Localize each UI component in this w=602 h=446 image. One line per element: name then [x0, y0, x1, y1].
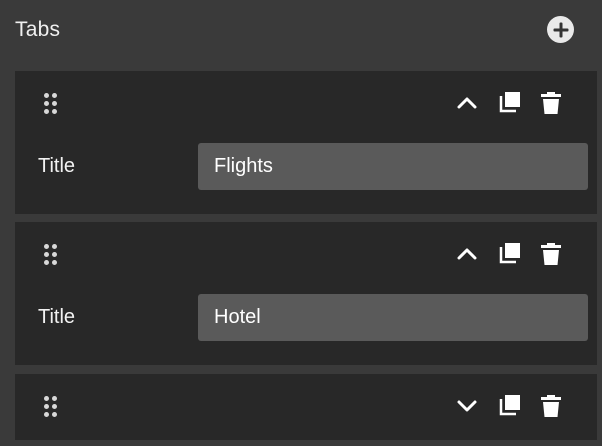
- trash-icon[interactable]: [537, 392, 565, 420]
- tabs-panel: Tabs Title Flights Title Hotel: [0, 0, 602, 446]
- duplicate-icon[interactable]: [497, 240, 525, 268]
- panel-title: Tabs: [15, 18, 61, 41]
- tab-item-3: [15, 374, 597, 440]
- title-input[interactable]: [198, 143, 588, 190]
- drag-handle-icon[interactable]: [44, 93, 60, 117]
- add-tab-button[interactable]: [547, 16, 574, 43]
- duplicate-icon[interactable]: [497, 89, 525, 117]
- drag-handle-icon[interactable]: [44, 396, 60, 420]
- title-field-label: Title: [38, 155, 76, 177]
- item-actions: [453, 240, 573, 268]
- tab-item-2: Title: [15, 222, 597, 365]
- duplicate-icon[interactable]: [497, 392, 525, 420]
- tab-item-1: Title: [15, 71, 597, 214]
- chevron-down-icon[interactable]: [453, 392, 481, 420]
- chevron-up-icon[interactable]: [453, 89, 481, 117]
- item-actions: [453, 392, 573, 420]
- trash-icon[interactable]: [537, 89, 565, 117]
- drag-handle-icon[interactable]: [44, 244, 60, 268]
- item-actions: [453, 89, 573, 117]
- chevron-up-icon[interactable]: [453, 240, 481, 268]
- trash-icon[interactable]: [537, 240, 565, 268]
- title-field-label: Title: [38, 306, 76, 328]
- panel-header: Tabs: [0, 0, 602, 60]
- title-input[interactable]: [198, 294, 588, 341]
